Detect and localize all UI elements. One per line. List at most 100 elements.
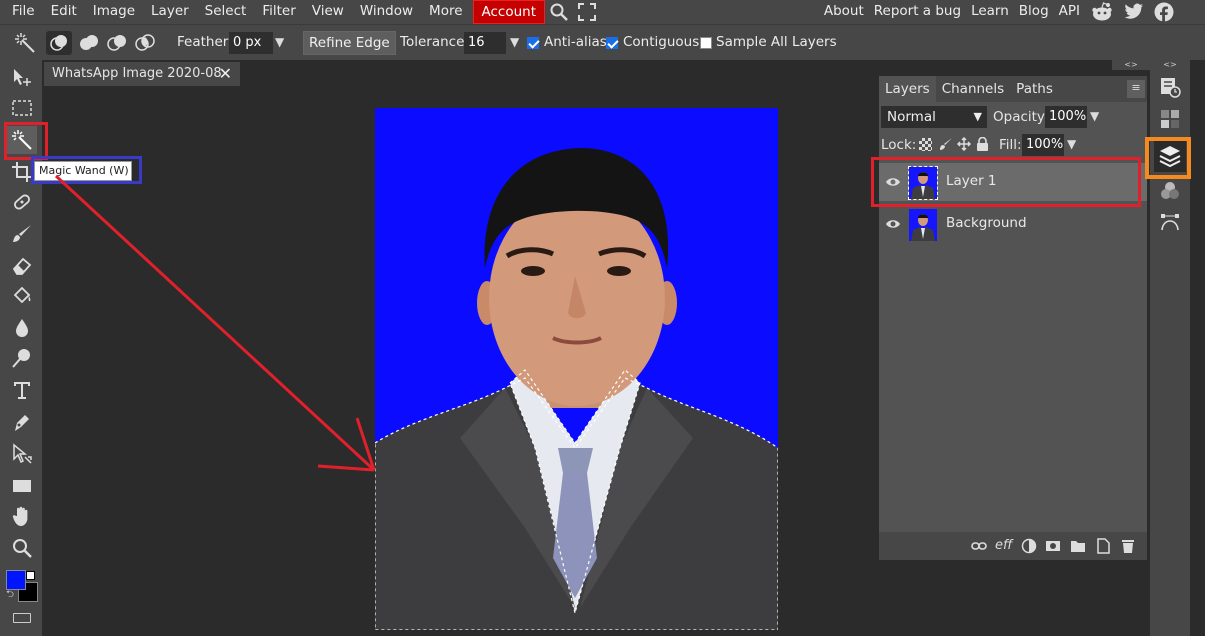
menu-more[interactable]: More [421,0,470,24]
menu-layer[interactable]: Layer [143,0,197,24]
eye-icon[interactable] [885,216,901,232]
brush-tool[interactable] [7,220,37,248]
fill-dropdown-icon[interactable]: ▼ [1067,137,1076,151]
search-icon[interactable] [545,0,573,24]
menu-blog[interactable]: Blog [1014,0,1054,24]
lock-move-icon[interactable] [956,136,972,152]
feather-label: Feather: [177,34,233,50]
lock-transparency-icon[interactable] [919,138,932,151]
lock-paint-icon[interactable] [939,137,953,151]
adjustment-icon[interactable] [1021,538,1037,554]
menu-about[interactable]: About [819,0,869,24]
default-colors-icon[interactable] [26,571,35,580]
mask-icon[interactable] [1045,538,1061,554]
magic-wand-icon [14,32,36,54]
reddit-icon[interactable] [1085,0,1119,24]
tab-layers[interactable]: Layers [879,76,936,102]
shape-tool[interactable] [7,472,37,500]
move-tool[interactable] [7,64,37,92]
menu-select[interactable]: Select [197,0,255,24]
tab-paths[interactable]: Paths [1010,76,1059,102]
layers-panel-footer: eff [879,532,1147,560]
document-tab[interactable]: WhatsApp Image 2020-08 ✕ [44,62,240,86]
magic-wand-tool[interactable] [7,126,37,154]
folder-icon[interactable] [1070,538,1086,554]
hand-tool[interactable] [7,502,37,530]
blur-tool[interactable] [7,314,37,342]
effects-icon[interactable]: eff [995,538,1015,554]
fill-input[interactable]: 100% [1022,134,1064,156]
tolerance-dropdown-icon[interactable]: ▼ [510,35,519,49]
menu-view[interactable]: View [304,0,352,24]
facebook-icon[interactable] [1149,0,1179,24]
image-canvas[interactable] [375,108,778,630]
panel-collapse-handle-left[interactable]: <> [1112,60,1150,70]
feather-dropdown-icon[interactable]: ▼ [275,35,284,49]
panel-menu-icon[interactable]: ≡ [1127,80,1145,98]
hand-icon [12,506,28,526]
antialias-checkbox[interactable] [527,37,543,53]
keyboard-icon[interactable] [13,613,31,623]
fullscreen-icon[interactable] [573,0,601,24]
panel-collapse-handle-right[interactable]: <> [1150,60,1190,70]
lock-label: Lock: [881,137,917,153]
text-icon [14,382,30,399]
layer-row-background[interactable]: Background [879,205,1147,243]
swap-colors-icon[interactable]: ⮌ [6,590,16,600]
selection-mode-add-icon[interactable] [76,31,102,55]
menu-filter[interactable]: Filter [254,0,303,24]
lock-all-icon[interactable] [976,136,989,151]
opacity-input[interactable]: 100% [1045,106,1087,128]
selection-mode-intersect-icon[interactable] [132,31,158,55]
trash-icon[interactable] [1120,538,1136,554]
feather-input[interactable]: 0 px [229,32,273,54]
menu-image[interactable]: Image [85,0,143,24]
dodge-tool[interactable] [7,344,37,372]
zoom-tool[interactable] [7,534,37,562]
eye-icon[interactable] [885,174,901,190]
menu-api[interactable]: API [1054,0,1085,24]
opacity-label: Opacity: [993,109,1049,125]
path-select-icon [13,443,32,464]
foreground-color-swatch[interactable] [6,570,26,590]
sample-all-layers-checkbox[interactable] [700,37,716,53]
blend-mode-select[interactable]: Normal ▼ [881,106,987,128]
paint-bucket-icon [13,286,31,304]
menu-edit[interactable]: Edit [43,0,85,24]
layers-icon[interactable] [1154,140,1186,172]
refine-edge-button[interactable]: Refine Edge [303,31,396,55]
healing-tool[interactable] [7,188,37,216]
twitter-icon[interactable] [1119,0,1149,24]
swatches-icon[interactable] [1159,108,1181,130]
eraser-tool[interactable] [7,252,37,280]
pen-tool[interactable] [7,408,37,436]
opacity-dropdown-icon[interactable]: ▼ [1090,109,1099,123]
marquee-tool[interactable] [7,94,37,122]
tolerance-input[interactable]: 16 [464,32,506,54]
dodge-icon [12,349,30,368]
menu-window[interactable]: Window [352,0,421,24]
document-tab-title: WhatsApp Image 2020-08 [52,66,222,81]
menu-learn[interactable]: Learn [966,0,1014,24]
channels-icon[interactable] [1159,180,1181,202]
account-button[interactable]: Account [472,0,546,24]
tab-channels[interactable]: Channels [936,76,1010,102]
selection-mode-subtract-icon[interactable] [104,31,130,55]
paint-bucket-tool[interactable] [7,282,37,310]
path-select-tool[interactable] [7,440,37,468]
shape-icon [13,480,31,492]
menu-file[interactable]: File [0,0,43,24]
selection-mode-new-icon[interactable] [46,31,72,55]
layer-thumbnail [908,166,938,200]
contiguous-checkbox[interactable] [606,37,622,53]
menu-report-bug[interactable]: Report a bug [869,0,966,24]
history-icon[interactable] [1159,76,1181,98]
menu-bar: File Edit Image Layer Select Filter View… [0,0,1205,24]
paths-icon[interactable] [1159,210,1181,232]
close-icon[interactable]: ✕ [219,62,232,86]
link-icon[interactable] [971,538,987,554]
layer-row-layer-1[interactable]: Layer 1 [879,163,1147,201]
crop-tool[interactable] [7,158,37,186]
text-tool[interactable] [7,376,37,404]
new-layer-icon[interactable] [1095,538,1111,554]
